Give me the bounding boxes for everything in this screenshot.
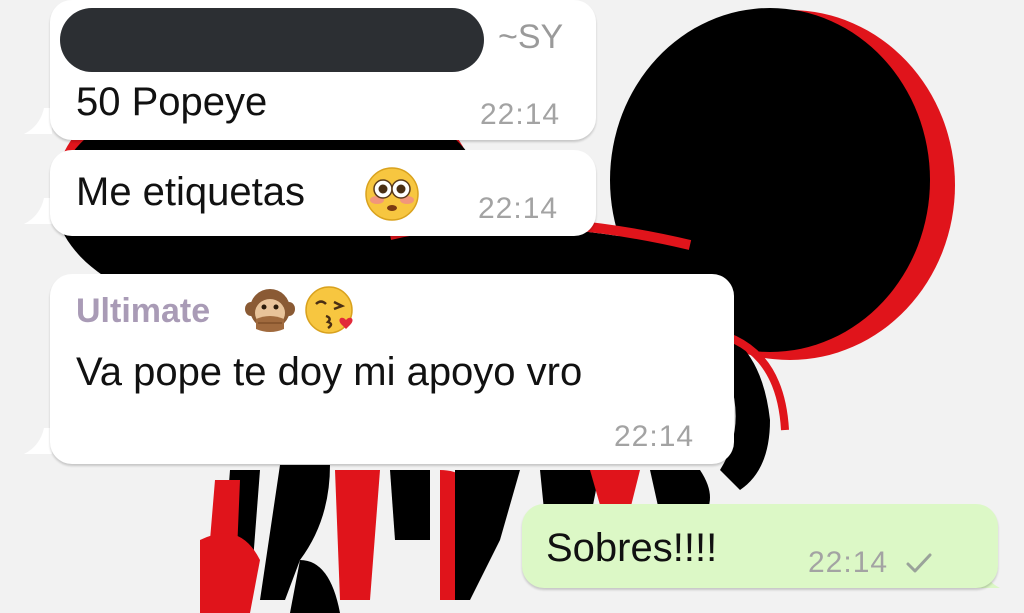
speak-no-evil-monkey-icon xyxy=(245,289,295,332)
redacted-sender-name xyxy=(60,8,484,72)
flushed-face-icon xyxy=(365,167,419,221)
message-timestamp: 22:14 xyxy=(614,420,695,453)
message-text: 50 Popeye xyxy=(76,80,268,124)
message-timestamp: 22:14 xyxy=(478,192,559,225)
bubble-tail xyxy=(24,198,52,224)
sender-tag: ~SY xyxy=(498,18,564,56)
sent-check-icon xyxy=(906,553,932,573)
message-text: Sobres!!!! xyxy=(546,526,718,570)
bubble-tail xyxy=(24,108,52,134)
sender-name[interactable]: Ultimate xyxy=(76,292,210,331)
message-text: Me etiquetas xyxy=(76,170,306,214)
message-text: Va pope te doy mi apoyo vro xyxy=(76,350,583,394)
message-timestamp: 22:14 xyxy=(808,546,889,579)
bubble-tail xyxy=(24,428,52,454)
face-blowing-kiss-icon xyxy=(305,286,353,334)
message-timestamp: 22:14 xyxy=(480,98,561,131)
